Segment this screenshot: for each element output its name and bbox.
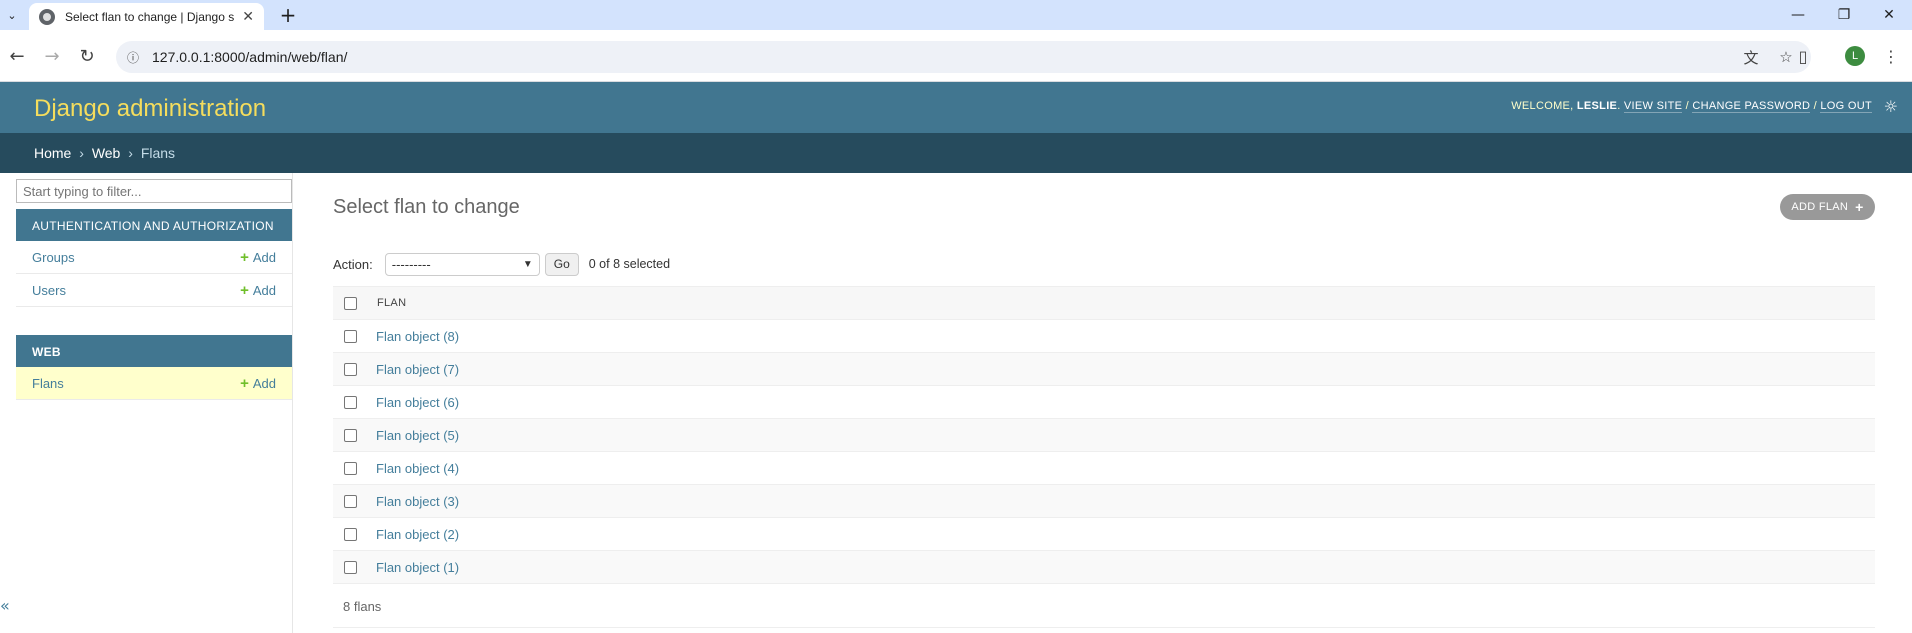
avatar: L xyxy=(1845,46,1865,66)
module-caption-auth[interactable]: AUTHENTICATION AND AUTHORIZATION xyxy=(16,209,292,241)
user-tools: WELCOME, LESLIE. VIEW SITE / CHANGE PASS… xyxy=(1511,100,1872,113)
breadcrumb: Home › Web › Flans xyxy=(0,133,1912,173)
nav-sidebar: AUTHENTICATION AND AUTHORIZATION Groups … xyxy=(0,173,293,633)
change-password-link[interactable]: CHANGE PASSWORD xyxy=(1692,100,1811,113)
module-caption-web[interactable]: WEB xyxy=(16,335,292,367)
add-label: Add xyxy=(252,282,276,298)
view-site-link[interactable]: VIEW SITE xyxy=(1623,100,1683,113)
action-selected-value: --------- xyxy=(391,256,431,272)
row-link[interactable]: Flan object (2) xyxy=(376,527,459,542)
breadcrumb-separator: › xyxy=(79,145,84,161)
select-all-checkbox[interactable] xyxy=(344,296,357,310)
row-checkbox[interactable] xyxy=(344,362,357,376)
row-link[interactable]: Flan object (7) xyxy=(376,362,459,377)
table-row: Flan object (4) xyxy=(333,452,1875,485)
sidebar-item-flans: Flans + Add xyxy=(16,367,292,400)
column-header-flan[interactable]: FLAN xyxy=(377,297,406,309)
add-flan-label: ADD FLAN xyxy=(1791,201,1849,213)
row-link[interactable]: Flan object (6) xyxy=(376,395,459,410)
selection-counter: 0 of 8 selected xyxy=(588,257,671,271)
forward-button[interactable]: → xyxy=(37,41,67,71)
paginator: 8 flans xyxy=(333,583,1875,628)
address-bar[interactable]: ⓘ 127.0.0.1:8000/admin/web/flan/ 文 ☆ xyxy=(116,41,1811,73)
row-checkbox[interactable] xyxy=(344,494,357,508)
row-checkbox[interactable] xyxy=(344,428,357,442)
browser-tab[interactable]: Select flan to change | Django s ✕ xyxy=(29,3,264,30)
profile-button[interactable]: L xyxy=(1840,41,1870,71)
row-link[interactable]: Flan object (3) xyxy=(376,494,459,509)
chevron-down-icon: ▼ xyxy=(522,258,533,270)
table-row: Flan object (8) xyxy=(333,320,1875,353)
browser-menu-icon[interactable]: ⋮ xyxy=(1876,41,1906,71)
separator: / xyxy=(1813,100,1818,112)
sidebar-item-users: Users + Add xyxy=(16,274,292,307)
table-row: Flan object (1) xyxy=(333,551,1875,584)
sidebar-item-groups-link[interactable]: Groups xyxy=(32,250,75,265)
row-link[interactable]: Flan object (5) xyxy=(376,428,459,443)
table-row: Flan object (2) xyxy=(333,518,1875,551)
add-flan-button[interactable]: ADD FLAN + xyxy=(1780,194,1875,220)
page-title: Select flan to change xyxy=(333,196,520,218)
table-row: Flan object (3) xyxy=(333,485,1875,518)
restore-window-button[interactable]: ❐ xyxy=(1821,0,1867,30)
row-link[interactable]: Flan object (8) xyxy=(376,329,459,344)
theme-toggle-sun-icon[interactable]: ☼ xyxy=(1884,97,1898,116)
plus-icon: + xyxy=(1855,199,1864,215)
close-window-button[interactable]: ✕ xyxy=(1866,0,1912,30)
url-text: 127.0.0.1:8000/admin/web/flan/ xyxy=(152,49,348,65)
nav-filter-input[interactable] xyxy=(16,179,292,203)
row-checkbox[interactable] xyxy=(344,560,357,574)
add-users-link[interactable]: + Add xyxy=(240,282,276,299)
add-plus-icon: + xyxy=(240,374,249,392)
table-row: Flan object (5) xyxy=(333,419,1875,452)
welcome-text: WELCOME, xyxy=(1511,100,1574,112)
site-info-icon[interactable]: ⓘ xyxy=(118,41,148,73)
row-link[interactable]: Flan object (4) xyxy=(376,461,459,476)
row-link[interactable]: Flan object (1) xyxy=(376,560,459,575)
globe-icon xyxy=(39,8,55,25)
add-groups-link[interactable]: + Add xyxy=(240,249,276,266)
add-label: Add xyxy=(252,375,276,391)
log-out-link[interactable]: LOG OUT xyxy=(1820,100,1872,113)
breadcrumb-current: Flans xyxy=(140,145,176,161)
breadcrumb-separator: › xyxy=(128,145,133,161)
browser-tab-strip: ⌄ Select flan to change | Django s ✕ + —… xyxy=(0,0,1912,30)
add-flans-link[interactable]: + Add xyxy=(240,375,276,392)
extensions-icon[interactable]: ▯ xyxy=(1788,41,1818,71)
add-plus-icon: + xyxy=(240,281,249,299)
actions-bar: Action: --------- ▼ Go 0 of 8 selected xyxy=(333,252,670,276)
go-button[interactable]: Go xyxy=(544,252,579,276)
back-button[interactable]: ← xyxy=(2,41,32,71)
toggle-nav-sidebar-icon[interactable]: « xyxy=(0,596,10,615)
table-row: Flan object (6) xyxy=(333,386,1875,419)
separator: / xyxy=(1685,100,1689,112)
action-label: Action: xyxy=(333,256,373,272)
browser-toolbar: ← → ↻ ⓘ 127.0.0.1:8000/admin/web/flan/ 文… xyxy=(0,30,1912,82)
site-header: Django administration WELCOME, LESLIE. V… xyxy=(0,82,1912,133)
add-label: Add xyxy=(252,249,276,265)
action-select[interactable]: --------- ▼ xyxy=(384,252,540,276)
username: LESLIE xyxy=(1576,100,1618,112)
sidebar-item-groups: Groups + Add xyxy=(16,241,292,274)
tab-search-chevron-icon[interactable]: ⌄ xyxy=(0,4,24,26)
sidebar-item-users-link[interactable]: Users xyxy=(32,283,66,298)
breadcrumb-home[interactable]: Home xyxy=(34,145,71,161)
row-checkbox[interactable] xyxy=(344,527,357,541)
row-checkbox[interactable] xyxy=(344,395,357,409)
tab-title: Select flan to change | Django s xyxy=(65,9,235,24)
add-plus-icon: + xyxy=(240,248,249,266)
site-branding[interactable]: Django administration xyxy=(34,95,266,123)
breadcrumb-web[interactable]: Web xyxy=(92,145,121,161)
table-header: FLAN xyxy=(333,286,1875,320)
translate-icon[interactable]: 文 xyxy=(1736,41,1766,73)
result-list: FLAN Flan object (8) Flan object (7) Fla… xyxy=(333,286,1875,584)
close-tab-icon[interactable]: ✕ xyxy=(242,9,254,25)
new-tab-button[interactable]: + xyxy=(276,3,300,27)
table-row: Flan object (7) xyxy=(333,353,1875,386)
reload-button[interactable]: ↻ xyxy=(72,41,102,71)
row-checkbox[interactable] xyxy=(344,461,357,475)
row-checkbox[interactable] xyxy=(344,329,357,343)
sidebar-item-flans-link[interactable]: Flans xyxy=(32,376,64,391)
minimize-window-button[interactable]: — xyxy=(1775,0,1821,30)
